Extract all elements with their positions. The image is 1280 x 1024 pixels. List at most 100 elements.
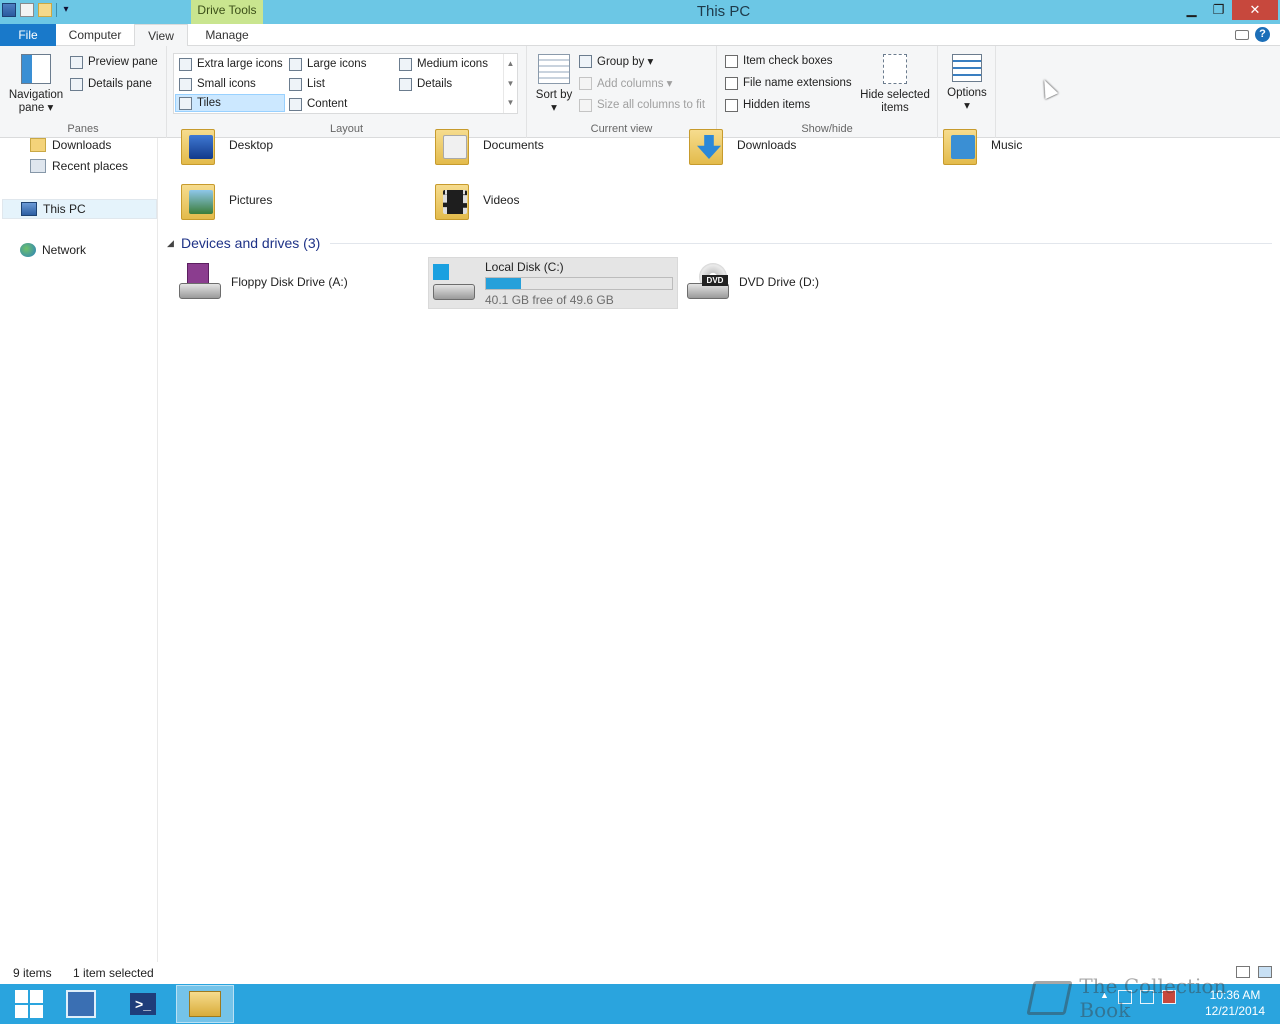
- hidden-items-toggle[interactable]: Hidden items: [725, 96, 810, 114]
- layout-gallery-scroll[interactable]: ▲ ▼ ▼: [503, 54, 517, 113]
- drive-name: Local Disk (C:): [485, 259, 564, 274]
- layout-list[interactable]: List: [286, 75, 394, 93]
- item-check-boxes-checkbox[interactable]: [725, 54, 738, 68]
- tab-computer[interactable]: Computer: [58, 24, 132, 46]
- nav-item-this-pc[interactable]: This PC: [2, 199, 157, 219]
- layout-label: Tiles: [197, 97, 221, 109]
- large-icons-view-icon[interactable]: [1258, 966, 1272, 978]
- videos-folder-icon: [433, 178, 473, 222]
- large-icons-icon: [289, 57, 302, 71]
- system-tray: ▲: [1100, 990, 1176, 1004]
- folder-tile-desktop[interactable]: Desktop: [179, 118, 273, 172]
- add-columns-button[interactable]: Add columns ▾: [579, 74, 672, 92]
- minimize-button[interactable]: ▁: [1178, 0, 1205, 20]
- nav-item-downloads[interactable]: Downloads: [30, 135, 111, 155]
- layout-tiles[interactable]: Tiles: [175, 94, 285, 112]
- preview-pane-icon: [70, 55, 83, 69]
- layout-label: Content: [307, 98, 348, 110]
- hide-selected-items-button[interactable]: Hide selected items: [857, 54, 933, 115]
- item-check-boxes-toggle[interactable]: Item check boxes: [725, 52, 832, 70]
- restore-button[interactable]: ❐: [1205, 0, 1232, 20]
- group-by-label: Group by ▾: [597, 56, 654, 68]
- group-by-button[interactable]: Group by ▾: [579, 52, 653, 70]
- drive-tile-local-disk[interactable]: Local Disk (C:) 40.1 GB free of 49.6 GB: [428, 257, 678, 309]
- hidden-items-checkbox[interactable]: [725, 98, 738, 112]
- properties-icon[interactable]: [20, 3, 34, 17]
- selection-count: 1 item selected: [73, 966, 154, 980]
- collapse-group-chevron-icon[interactable]: ◢: [167, 238, 181, 249]
- hidden-items-label: Hidden items: [743, 99, 811, 111]
- navigation-pane-button[interactable]: Navigation pane ▾: [6, 54, 66, 115]
- folder-name: Desktop: [229, 138, 274, 152]
- server-manager-button[interactable]: [52, 985, 110, 1023]
- item-count: 9 items: [13, 966, 52, 980]
- layout-small-icons[interactable]: Small icons: [176, 75, 284, 93]
- folder-tile-downloads[interactable]: Downloads: [687, 118, 796, 172]
- file-name-extensions-toggle[interactable]: File name extensions: [725, 74, 852, 92]
- add-columns-icon: [579, 76, 592, 90]
- tab-manage[interactable]: Manage: [194, 24, 260, 46]
- clock[interactable]: 10:36 AM 12/21/2014: [1200, 987, 1270, 1019]
- powershell-button[interactable]: >_: [114, 985, 172, 1023]
- network-status-icon[interactable]: [1140, 990, 1154, 1004]
- size-columns-icon: [579, 98, 592, 112]
- customize-qat-chevron-down-icon[interactable]: ▾: [61, 3, 71, 17]
- content-icon: [289, 97, 302, 111]
- layout-details[interactable]: Details: [396, 75, 502, 93]
- tab-file[interactable]: File: [0, 24, 56, 46]
- group-by-icon: [579, 54, 592, 68]
- tab-view[interactable]: View: [134, 24, 188, 47]
- powershell-icon: >_: [130, 993, 156, 1015]
- file-name-extensions-checkbox[interactable]: [725, 76, 738, 90]
- show-hidden-icons-icon[interactable]: ▲: [1100, 990, 1110, 1004]
- scroll-up-icon[interactable]: ▲: [504, 54, 517, 74]
- volume-muted-icon[interactable]: [1162, 990, 1176, 1004]
- layout-large-icons[interactable]: Large icons: [286, 55, 394, 73]
- details-view-icon[interactable]: [1236, 966, 1250, 978]
- layout-medium-icons[interactable]: Medium icons: [396, 55, 502, 73]
- expand-gallery-icon[interactable]: ▼: [504, 94, 517, 112]
- drive-name: DVD Drive (D:): [739, 275, 819, 289]
- app-icon[interactable]: [2, 3, 16, 17]
- nav-item-recent-places[interactable]: Recent places: [30, 156, 128, 176]
- start-button[interactable]: [0, 985, 58, 1023]
- layout-label: Extra large icons: [197, 58, 283, 70]
- options-icon: [952, 54, 982, 82]
- minimize-ribbon-icon[interactable]: [1235, 29, 1249, 40]
- preview-pane-label: Preview pane: [88, 56, 158, 68]
- panes-group-label: Panes: [67, 123, 99, 135]
- drive-tile-dvd[interactable]: DVD DVD Drive (D:): [685, 256, 925, 308]
- help-icon[interactable]: ?: [1255, 27, 1270, 42]
- details-pane-button[interactable]: Details pane: [70, 75, 152, 93]
- local-disk-icon: [431, 262, 477, 304]
- hide-selected-items-icon: [883, 54, 907, 84]
- options-button[interactable]: Options ▾: [942, 54, 992, 113]
- devices-and-drives-header[interactable]: ◢ Devices and drives (3): [167, 233, 1272, 253]
- close-button[interactable]: ✕: [1232, 0, 1278, 20]
- nav-item-network[interactable]: Network: [20, 240, 86, 260]
- size-all-columns-button[interactable]: Size all columns to fit: [579, 96, 705, 114]
- scroll-down-icon[interactable]: ▼: [504, 74, 517, 94]
- options-chevron-down-icon: ▾: [964, 100, 970, 112]
- action-center-flag-icon[interactable]: [1118, 990, 1132, 1004]
- folder-tile-videos[interactable]: Videos: [433, 173, 519, 227]
- folder-tile-documents[interactable]: Documents: [433, 118, 544, 172]
- sort-by-button[interactable]: Sort by ▾: [535, 54, 573, 115]
- folder-tile-pictures[interactable]: Pictures: [179, 173, 272, 227]
- layout-content[interactable]: Content: [286, 95, 394, 113]
- medium-icons-icon: [399, 57, 412, 71]
- recent-places-icon: [30, 159, 46, 173]
- disk-usage-fill: [486, 277, 522, 289]
- layout-label: Details: [417, 78, 453, 90]
- network-icon: [20, 243, 36, 257]
- file-explorer-button[interactable]: [176, 985, 234, 1023]
- details-pane-icon: [70, 77, 83, 91]
- downloads-folder-icon: [687, 123, 727, 167]
- folder-tile-music[interactable]: Music: [941, 118, 1022, 172]
- preview-pane-button[interactable]: Preview pane: [70, 53, 158, 71]
- layout-extra-large-icons[interactable]: Extra large icons: [176, 55, 284, 73]
- drive-tile-floppy[interactable]: Floppy Disk Drive (A:): [177, 256, 417, 308]
- panes-group: Navigation pane ▾ Preview pane Details p…: [0, 46, 167, 138]
- new-folder-icon[interactable]: [38, 3, 52, 17]
- layout-label: Large icons: [307, 58, 367, 70]
